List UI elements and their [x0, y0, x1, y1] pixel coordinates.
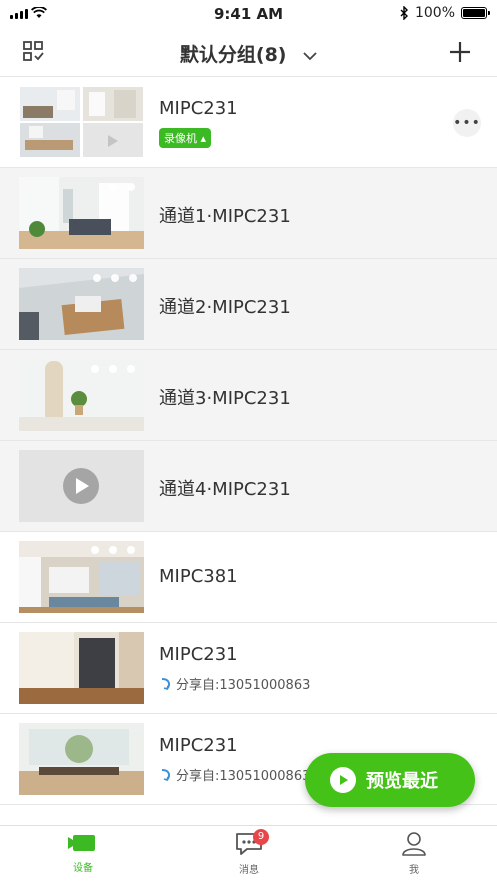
device-name: MIPC231: [159, 644, 238, 665]
tab-me-label: 我: [409, 865, 419, 876]
play-icon: [330, 767, 356, 793]
device-thumbnail: [19, 86, 144, 158]
channel-thumbnail: [19, 268, 144, 340]
battery-percent: 100%: [414, 5, 455, 21]
device-thumbnail: [19, 632, 144, 704]
channel-name: 通道2·MIPC231: [159, 297, 291, 318]
shared-from-text: 分享自:13051000863: [176, 769, 311, 784]
tab-devices-label: 设备: [73, 863, 93, 874]
share-icon: [161, 677, 171, 690]
list-item[interactable]: MIPC381: [0, 532, 497, 623]
group-title-text: 默认分组(8): [179, 44, 287, 66]
device-thumbnail: [19, 723, 144, 795]
shared-from-text: 分享自:13051000863: [176, 678, 311, 693]
nvr-badge-label: 录像机: [164, 132, 197, 145]
device-name: MIPC231: [159, 735, 238, 756]
share-icon: [161, 768, 171, 781]
navigation-bar: 默认分组(8): [0, 28, 497, 77]
tab-messages-label: 消息: [239, 865, 259, 876]
device-thumbnail: [19, 541, 144, 613]
status-bar: 9:41 AM 100%: [0, 0, 497, 28]
tab-messages[interactable]: 9 消息: [209, 829, 289, 876]
preview-recent-label: 预览最近: [366, 771, 438, 792]
device-list: MIPC231 录像机 ▴ ••• 通道1·MIPC231 通道2·MIPC23…: [0, 77, 497, 805]
list-item[interactable]: MIPC231 录像机 ▴ •••: [0, 77, 497, 168]
channel-name: 通道3·MIPC231: [159, 388, 291, 409]
tab-me[interactable]: 我: [374, 832, 454, 876]
message-count-badge: 9: [253, 829, 269, 845]
list-item[interactable]: 通道4·MIPC231: [0, 441, 497, 532]
channel-name: 通道4·MIPC231: [159, 479, 291, 500]
bluetooth-icon: [400, 6, 408, 20]
list-item[interactable]: 通道3·MIPC231: [0, 350, 497, 441]
list-item[interactable]: 通道2·MIPC231: [0, 259, 497, 350]
add-device-icon[interactable]: [449, 41, 471, 63]
channel-thumbnail: [19, 177, 144, 249]
channel-thumbnail: [19, 450, 144, 522]
tab-devices[interactable]: 设备: [43, 832, 123, 874]
channel-thumbnail: [19, 359, 144, 431]
list-item[interactable]: 通道1·MIPC231: [0, 168, 497, 259]
group-title[interactable]: 默认分组(8): [0, 40, 497, 67]
person-icon: [402, 832, 426, 856]
device-name: MIPC381: [159, 566, 238, 587]
nvr-badge[interactable]: 录像机 ▴: [159, 128, 212, 148]
chevron-down-icon: [303, 51, 317, 60]
tab-bar: 设备 9 消息 我: [0, 825, 497, 884]
battery-icon: [461, 7, 490, 19]
device-name: MIPC231: [159, 98, 238, 119]
list-item[interactable]: MIPC231 分享自:13051000863: [0, 623, 497, 714]
preview-recent-button[interactable]: 预览最近: [305, 753, 475, 807]
channel-name: 通道1·MIPC231: [159, 206, 291, 227]
more-button[interactable]: •••: [453, 109, 481, 137]
camera-icon: [68, 835, 95, 851]
